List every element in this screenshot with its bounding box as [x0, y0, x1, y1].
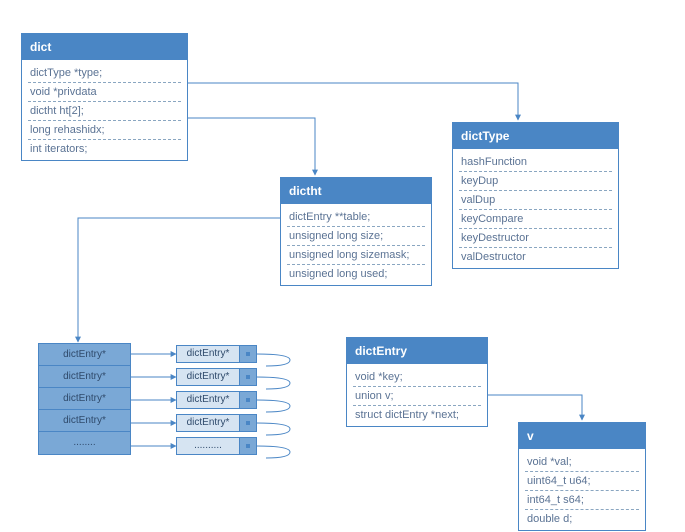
- dictht-title: dictht: [281, 178, 431, 204]
- dictType-title: dictType: [453, 123, 618, 149]
- list-node: dictEntry*: [176, 345, 257, 363]
- dict-field-iterators: int iterators;: [28, 140, 181, 158]
- node-ptr: [240, 392, 256, 408]
- bucket-cell: ........: [39, 432, 130, 454]
- dictht-field-used: unsigned long used;: [287, 265, 425, 283]
- entity-dictEntry: dictEntry void *key; union v; struct dic…: [346, 337, 488, 427]
- bucket-cell: dictEntry*: [39, 366, 130, 388]
- dictType-field-valDup: valDup: [459, 191, 612, 210]
- entity-dictType: dictType hashFunction keyDup valDup keyC…: [452, 122, 619, 269]
- list-node: dictEntry*: [176, 368, 257, 386]
- dictType-field-valDestructor: valDestructor: [459, 248, 612, 266]
- v-field-s64: int64_t s64;: [525, 491, 639, 510]
- dict-field-type: dictType *type;: [28, 64, 181, 83]
- node-ptr: [240, 438, 256, 454]
- dictType-field-hashFunction: hashFunction: [459, 153, 612, 172]
- dictEntry-title: dictEntry: [347, 338, 487, 364]
- list-node: dictEntry*: [176, 414, 257, 432]
- bucket-cell: dictEntry*: [39, 344, 130, 366]
- node-ptr: [240, 369, 256, 385]
- list-node: dictEntry*: [176, 391, 257, 409]
- node-label: dictEntry*: [177, 369, 240, 385]
- v-field-u64: uint64_t u64;: [525, 472, 639, 491]
- v-field-d: double d;: [525, 510, 639, 528]
- dict-field-privdata: void *privdata: [28, 83, 181, 102]
- diagram: dict dictType *type; void *privdata dict…: [0, 0, 685, 532]
- dictht-field-size: unsigned long size;: [287, 227, 425, 246]
- dict-field-rehashidx: long rehashidx;: [28, 121, 181, 140]
- node-ptr: [240, 415, 256, 431]
- dict-field-ht: dictht ht[2];: [28, 102, 181, 121]
- node-label: dictEntry*: [177, 346, 240, 362]
- node-label: dictEntry*: [177, 415, 240, 431]
- bucket-cell: dictEntry*: [39, 388, 130, 410]
- dictht-field-sizemask: unsigned long sizemask;: [287, 246, 425, 265]
- dictType-field-keyCompare: keyCompare: [459, 210, 612, 229]
- dictEntry-field-key: void *key;: [353, 368, 481, 387]
- dictEntry-field-union: union v;: [353, 387, 481, 406]
- entity-v: v void *val; uint64_t u64; int64_t s64; …: [518, 422, 646, 531]
- entity-dict: dict dictType *type; void *privdata dict…: [21, 33, 188, 161]
- v-title: v: [519, 423, 645, 449]
- dictType-field-keyDup: keyDup: [459, 172, 612, 191]
- entity-dictht: dictht dictEntry **table; unsigned long …: [280, 177, 432, 286]
- node-label: dictEntry*: [177, 392, 240, 408]
- v-field-val: void *val;: [525, 453, 639, 472]
- dict-title: dict: [22, 34, 187, 60]
- dictType-field-keyDestructor: keyDestructor: [459, 229, 612, 248]
- dictht-field-table: dictEntry **table;: [287, 208, 425, 227]
- node-label: ..........: [177, 438, 240, 454]
- bucket-array: dictEntry* dictEntry* dictEntry* dictEnt…: [38, 343, 131, 455]
- node-ptr: [240, 346, 256, 362]
- list-node: ..........: [176, 437, 257, 455]
- bucket-cell: dictEntry*: [39, 410, 130, 432]
- dictEntry-field-next: struct dictEntry *next;: [353, 406, 481, 424]
